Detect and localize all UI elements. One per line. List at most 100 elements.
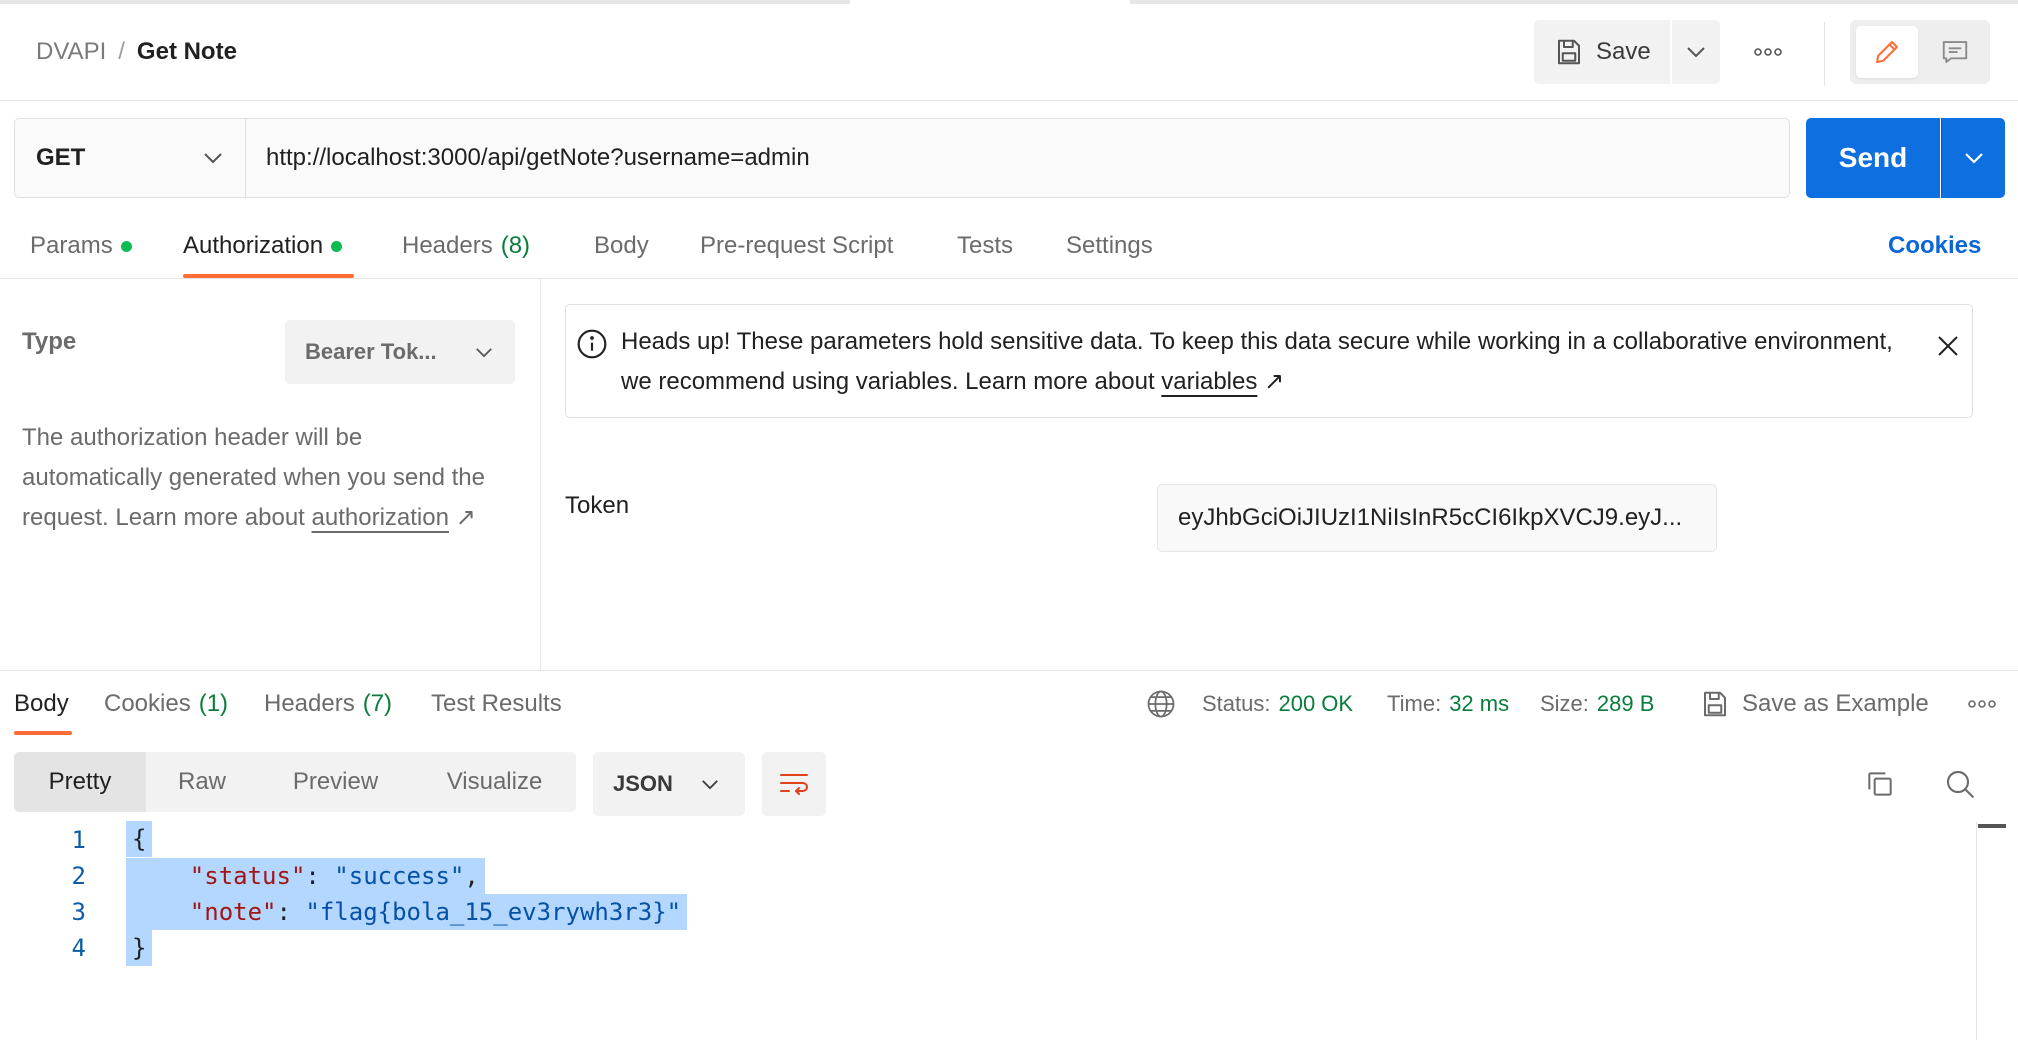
status-value: 200 OK	[1278, 691, 1354, 716]
params-indicator-dot	[120, 240, 132, 252]
auth-type-value: Bearer Tok...	[305, 339, 437, 364]
authorization-docs-link[interactable]: authorization	[312, 504, 449, 531]
pencil-icon	[1872, 37, 1902, 67]
auth-panel-divider	[540, 279, 541, 671]
tab-label: Headers	[264, 690, 355, 717]
ellipsis-icon	[1967, 699, 1997, 709]
chevron-down-icon	[701, 779, 719, 790]
time-value: 32 ms	[1449, 691, 1510, 716]
line-number: 3	[71, 898, 86, 926]
close-icon	[1936, 334, 1960, 358]
line-number: 4	[71, 934, 86, 962]
save-example-label: Save as Example	[1742, 690, 1929, 717]
save-button[interactable]: Save	[1534, 20, 1670, 84]
status-label: Status:	[1202, 691, 1271, 716]
banner-close-button[interactable]	[1932, 330, 1964, 362]
json-brace-open: {	[126, 821, 153, 857]
comment-icon	[1940, 37, 1970, 67]
send-options-button[interactable]	[1941, 118, 2005, 198]
tabs-divider-line	[0, 278, 2018, 279]
json-value: "flag{bola_15_ev3rywh3r3}"	[305, 898, 682, 926]
tab-headers[interactable]: Headers (8)	[402, 228, 530, 264]
format-value: JSON	[613, 771, 673, 796]
response-active-underline	[14, 731, 72, 735]
url-input[interactable]	[248, 119, 1788, 197]
code-content: "note": "flag{bola_15_ev3rywh3r3}"	[126, 894, 688, 930]
tab-label: Cookies	[104, 690, 191, 717]
save-label: Save	[1596, 38, 1651, 65]
variables-docs-link[interactable]: variables	[1161, 368, 1257, 395]
response-format-select[interactable]: JSON	[593, 752, 745, 816]
more-actions-button[interactable]	[1746, 30, 1790, 74]
auth-type-select[interactable]: Bearer Tok...	[285, 320, 515, 384]
editor-scrollbar[interactable]	[1978, 824, 2006, 828]
search-response-button[interactable]	[1940, 764, 1980, 804]
tab-body[interactable]: Body	[594, 228, 649, 264]
response-tab-body[interactable]: Body	[14, 686, 69, 722]
request-title[interactable]: Get Note	[137, 38, 237, 66]
method-select[interactable]: GET	[14, 118, 246, 198]
json-comma: ,	[464, 862, 479, 890]
copy-response-button[interactable]	[1860, 764, 1900, 804]
json-key: "note"	[189, 898, 277, 926]
line-number: 2	[71, 862, 86, 890]
response-tab-test-results[interactable]: Test Results	[431, 686, 562, 722]
response-status[interactable]: Status: 200 OK	[1202, 686, 1353, 722]
response-body-editor[interactable]: 1 { 2 "status": "success", 3 "note": "fl…	[0, 821, 1976, 1040]
response-tab-cookies[interactable]: Cookies (1)	[104, 686, 228, 722]
breadcrumb-workspace[interactable]: DVAPI	[36, 38, 106, 66]
response-divider	[0, 670, 2018, 671]
time-label: Time:	[1387, 691, 1442, 716]
tab-authorization[interactable]: Authorization	[183, 228, 343, 264]
response-time[interactable]: Time: 32 ms	[1387, 686, 1509, 722]
wrap-lines-icon	[778, 770, 810, 798]
response-size[interactable]: Size: 289 B	[1540, 686, 1654, 722]
view-pretty[interactable]: Pretty	[14, 752, 146, 812]
size-value: 289 B	[1596, 691, 1655, 716]
view-preview[interactable]: Preview	[258, 752, 413, 812]
chevron-down-icon	[203, 152, 223, 164]
view-raw[interactable]: Raw	[146, 752, 258, 812]
save-as-example-button[interactable]: Save as Example	[1700, 686, 1929, 722]
response-headers-count: (7)	[362, 690, 393, 717]
code-content: }	[126, 930, 153, 966]
token-input[interactable]	[1157, 484, 1717, 552]
word-wrap-button[interactable]	[762, 752, 826, 816]
auth-type-label: Type	[22, 328, 77, 355]
authorization-indicator-dot	[331, 240, 343, 252]
cookies-count: (1)	[198, 690, 229, 717]
response-more-button[interactable]	[1964, 690, 2000, 718]
code-content: {	[126, 821, 153, 857]
header-divider-line	[0, 100, 2018, 101]
copy-icon	[1864, 768, 1896, 800]
edit-mode-button[interactable]	[1856, 26, 1918, 78]
save-options-button[interactable]	[1672, 20, 1720, 84]
method-label: GET	[36, 144, 86, 171]
send-button[interactable]: Send	[1806, 118, 1940, 198]
tab-settings[interactable]: Settings	[1066, 228, 1153, 264]
save-icon	[1700, 689, 1730, 719]
json-key: "status"	[189, 862, 306, 890]
tab-tests[interactable]: Tests	[957, 228, 1013, 264]
tab-pre-request-script[interactable]: Pre-request Script	[700, 228, 893, 264]
cookies-link[interactable]: Cookies	[1888, 228, 1981, 264]
network-info-button[interactable]	[1146, 686, 1176, 722]
json-brace-close: }	[126, 930, 153, 966]
info-icon	[576, 328, 608, 360]
ellipsis-icon	[1753, 47, 1783, 57]
headers-count: (8)	[500, 232, 531, 259]
globe-icon	[1146, 689, 1176, 719]
tab-label: Params	[30, 232, 113, 259]
chevron-down-icon	[475, 347, 493, 358]
view-visualize[interactable]: Visualize	[413, 752, 576, 812]
save-icon	[1554, 37, 1584, 67]
external-link-icon: ↗	[1264, 368, 1285, 395]
tab-label: Authorization	[183, 232, 324, 259]
json-value: "success"	[334, 862, 465, 890]
editor-scroll-track	[1976, 822, 1977, 1040]
comments-button[interactable]	[1924, 26, 1986, 78]
token-label: Token	[565, 492, 630, 519]
response-tab-headers[interactable]: Headers (7)	[264, 686, 392, 722]
code-content: "status": "success",	[126, 858, 485, 894]
tab-params[interactable]: Params	[30, 228, 132, 264]
